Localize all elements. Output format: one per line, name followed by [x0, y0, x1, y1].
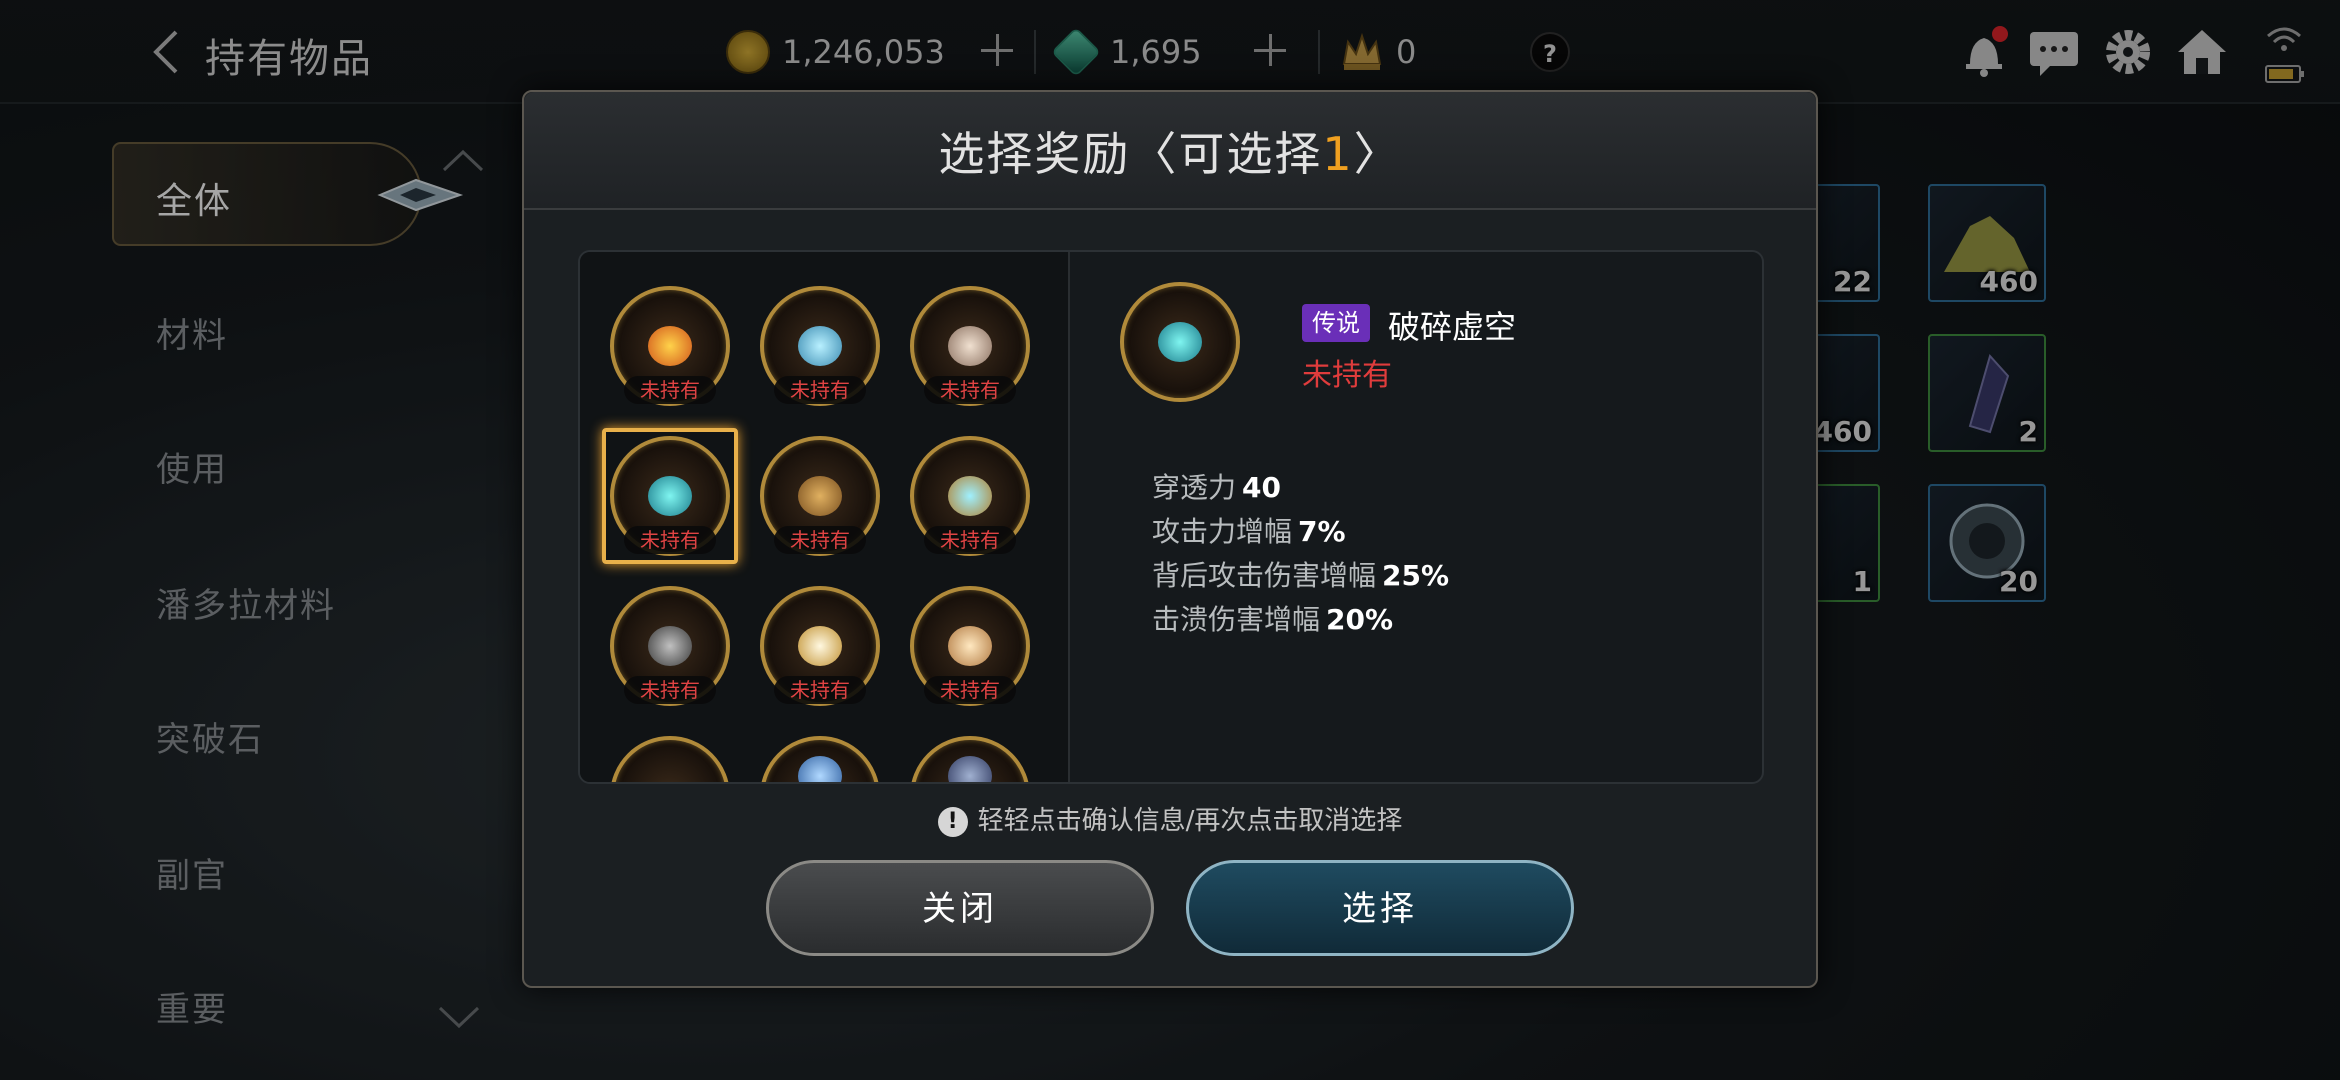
not-owned-tag: 未持有	[924, 526, 1016, 554]
reward-item[interactable]	[760, 736, 880, 782]
selected-reward-icon	[1120, 282, 1248, 410]
stat-row: 击溃伤害增幅 20%	[1152, 603, 1394, 636]
not-owned-tag: 未持有	[774, 526, 866, 554]
reward-item[interactable]: 未持有	[610, 586, 730, 706]
not-owned-tag: 未持有	[924, 676, 1016, 704]
reward-item[interactable]: 未持有	[910, 436, 1030, 556]
not-owned-tag: 未持有	[624, 676, 716, 704]
reward-item[interactable]: 未持有	[760, 286, 880, 406]
not-owned-tag: 未持有	[924, 376, 1016, 404]
stat-row: 背后攻击伤害增幅 25%	[1152, 559, 1450, 592]
not-owned-tag: 未持有	[624, 376, 716, 404]
reward-name: 破碎虚空	[1388, 308, 1517, 346]
reward-grid[interactable]: 未持有 未持有 未持有 未持有 未持有 未持有 未持有 未持有 未持有	[580, 252, 1070, 782]
select-button[interactable]: 选择	[1186, 860, 1574, 956]
stat-row: 穿透力 40	[1152, 471, 1281, 504]
reward-item[interactable]: 未持有	[760, 436, 880, 556]
close-button[interactable]: 关闭	[766, 860, 1154, 956]
not-owned-tag: 未持有	[774, 376, 866, 404]
not-owned-tag: 未持有	[774, 676, 866, 704]
reward-item[interactable]: 未持有	[760, 586, 880, 706]
reward-item[interactable]	[610, 736, 730, 782]
reward-panel: 未持有 未持有 未持有 未持有 未持有 未持有 未持有 未持有 未持有 传说 破…	[578, 250, 1764, 784]
not-owned-tag: 未持有	[624, 526, 716, 554]
stat-row: 攻击力增幅 7%	[1152, 515, 1346, 548]
hint-text: ! 轻轻点击确认信息/再次点击取消选择	[524, 800, 1816, 837]
rarity-badge: 传说	[1302, 304, 1370, 342]
exclamation-icon: !	[937, 806, 968, 837]
reward-select-dialog: 选择奖励〈可选择1〉 未持有 未持有 未持有 未持有 未持有 未持有 未持有 未…	[522, 90, 1818, 988]
reward-item[interactable]: 未持有	[610, 286, 730, 406]
ownership-status: 未持有	[1302, 358, 1392, 393]
reward-item-selected[interactable]: 未持有	[602, 428, 738, 564]
reward-item[interactable]	[910, 736, 1030, 782]
reward-item[interactable]: 未持有	[910, 586, 1030, 706]
selectable-count: 1	[1322, 127, 1354, 181]
dialog-title: 选择奖励〈可选择1〉	[938, 127, 1402, 181]
reward-item[interactable]: 未持有	[910, 286, 1030, 406]
